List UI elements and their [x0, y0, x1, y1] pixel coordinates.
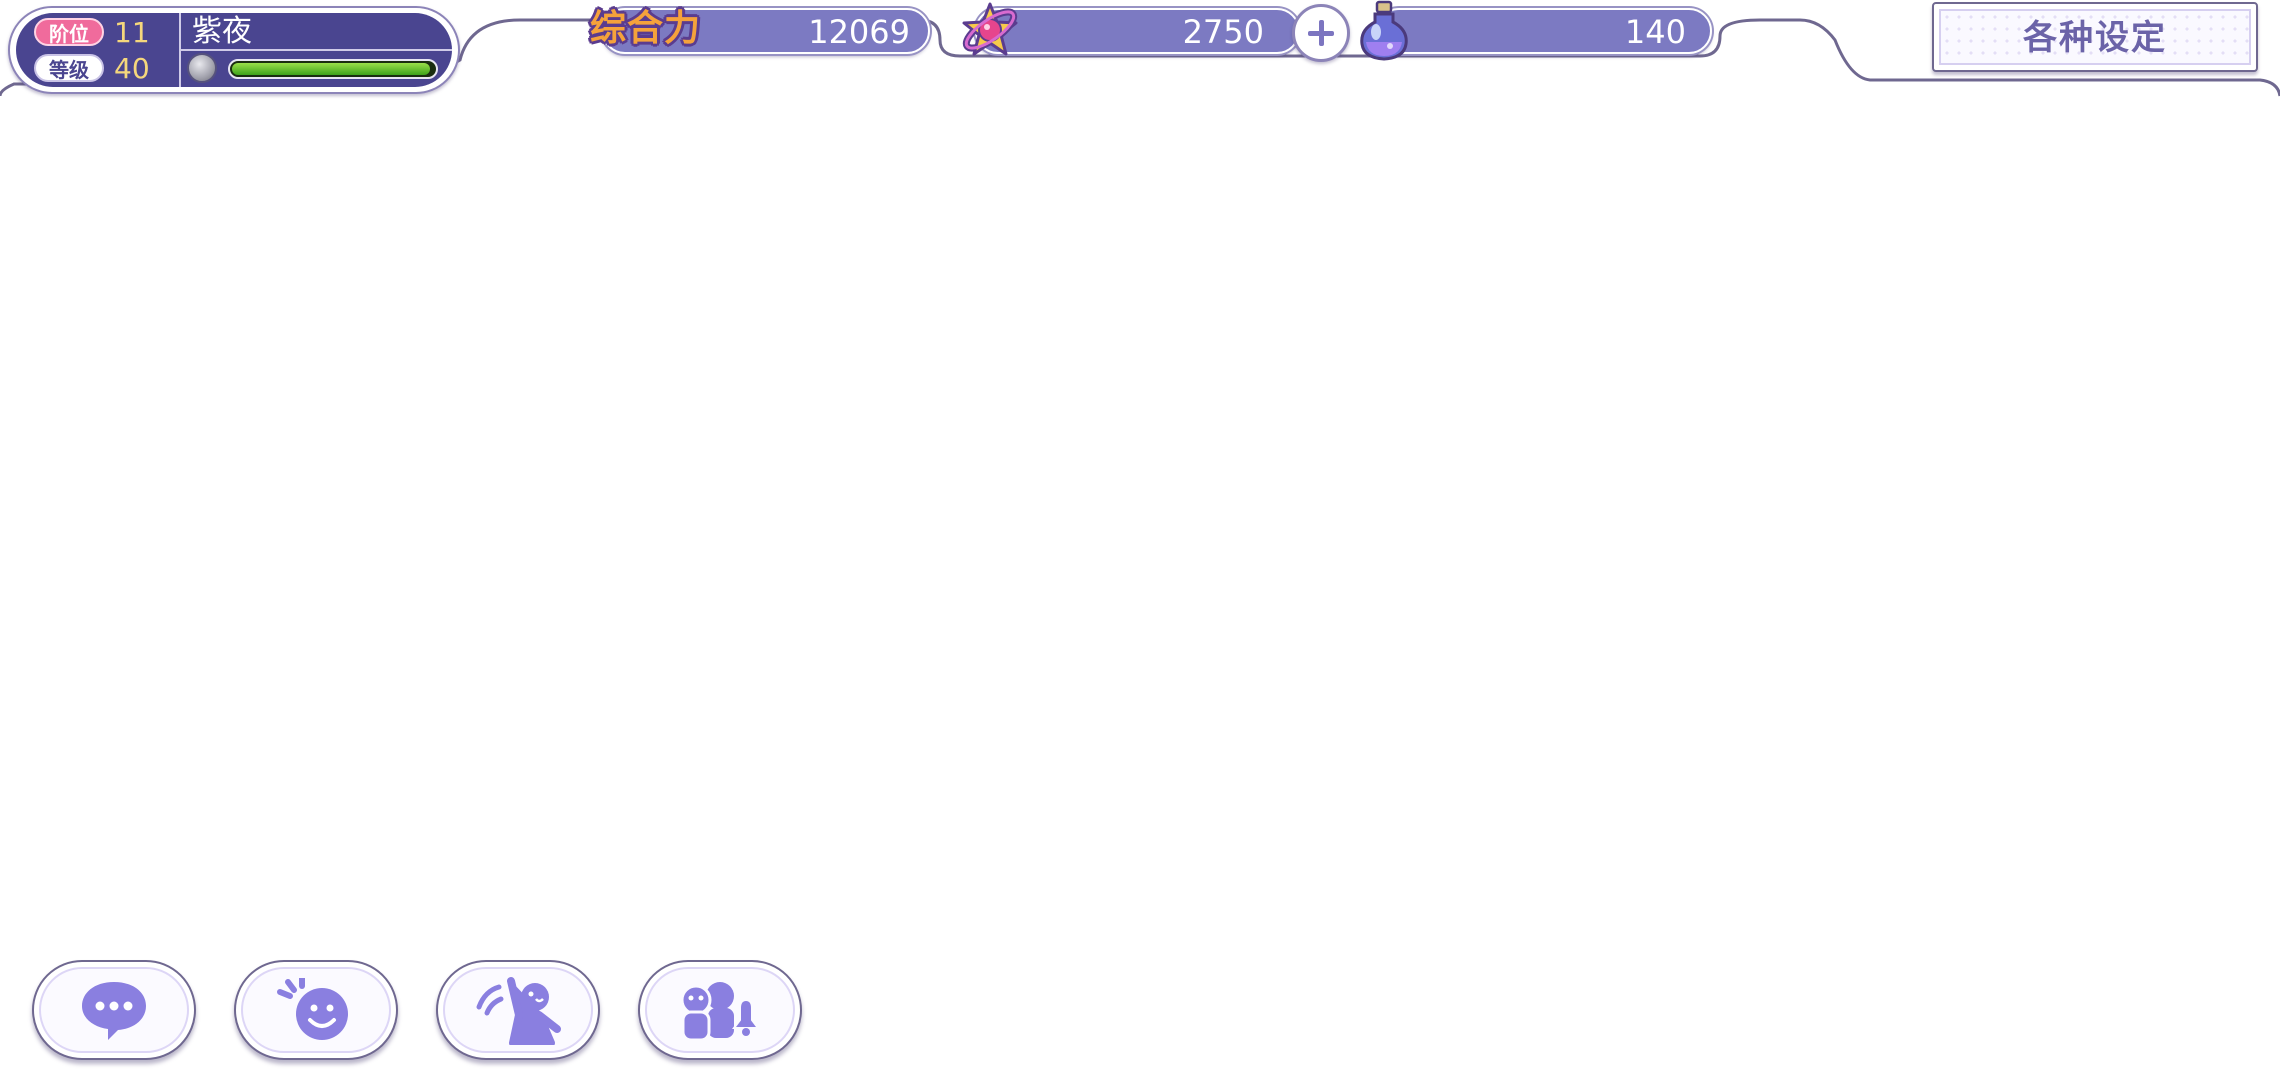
emote-button[interactable] — [234, 960, 398, 1060]
level-value: 40 — [114, 52, 150, 85]
player-name: 紫夜 — [192, 14, 252, 49]
exp-bar — [228, 59, 438, 79]
add-currency-button[interactable] — [1292, 4, 1350, 62]
potion-value: 140 — [1624, 13, 1686, 51]
rank-value: 11 — [114, 16, 150, 49]
player-info-panel[interactable]: 阶位 11 等级 40 紫夜 — [8, 6, 460, 94]
smiley-face-icon — [277, 978, 348, 1040]
exp-coin-icon — [187, 53, 217, 83]
player-info-inner: 阶位 11 等级 40 紫夜 — [16, 13, 452, 87]
cheering-person-icon — [476, 977, 561, 1045]
chat-button[interactable] — [32, 960, 196, 1060]
power-value: 12069 — [808, 13, 910, 51]
star-currency-bar: 2750 — [975, 8, 1300, 54]
people-bell-icon — [680, 982, 760, 1042]
notify-button[interactable] — [638, 960, 802, 1060]
star-planet-icon — [962, 2, 1018, 56]
cheer-button[interactable] — [436, 960, 600, 1060]
chat-bubble-icon — [82, 982, 146, 1040]
rank-tag: 阶位 — [34, 18, 104, 46]
settings-label: 各种设定 — [2023, 18, 2167, 58]
power-label: 综合力 — [590, 8, 702, 49]
settings-button[interactable]: 各种设定 — [1932, 2, 2258, 72]
level-tag: 等级 — [34, 54, 104, 82]
game-screen: 阶位 11 等级 40 紫夜 12069 综合力 2750 140 各种设定 — [0, 0, 2280, 1080]
potion-bar: 140 — [1376, 8, 1712, 54]
exp-bar-fill — [232, 63, 430, 75]
star-currency-value: 2750 — [1182, 13, 1264, 51]
potion-bottle-icon — [1360, 0, 1408, 61]
player-divider-horizontal — [181, 49, 452, 51]
